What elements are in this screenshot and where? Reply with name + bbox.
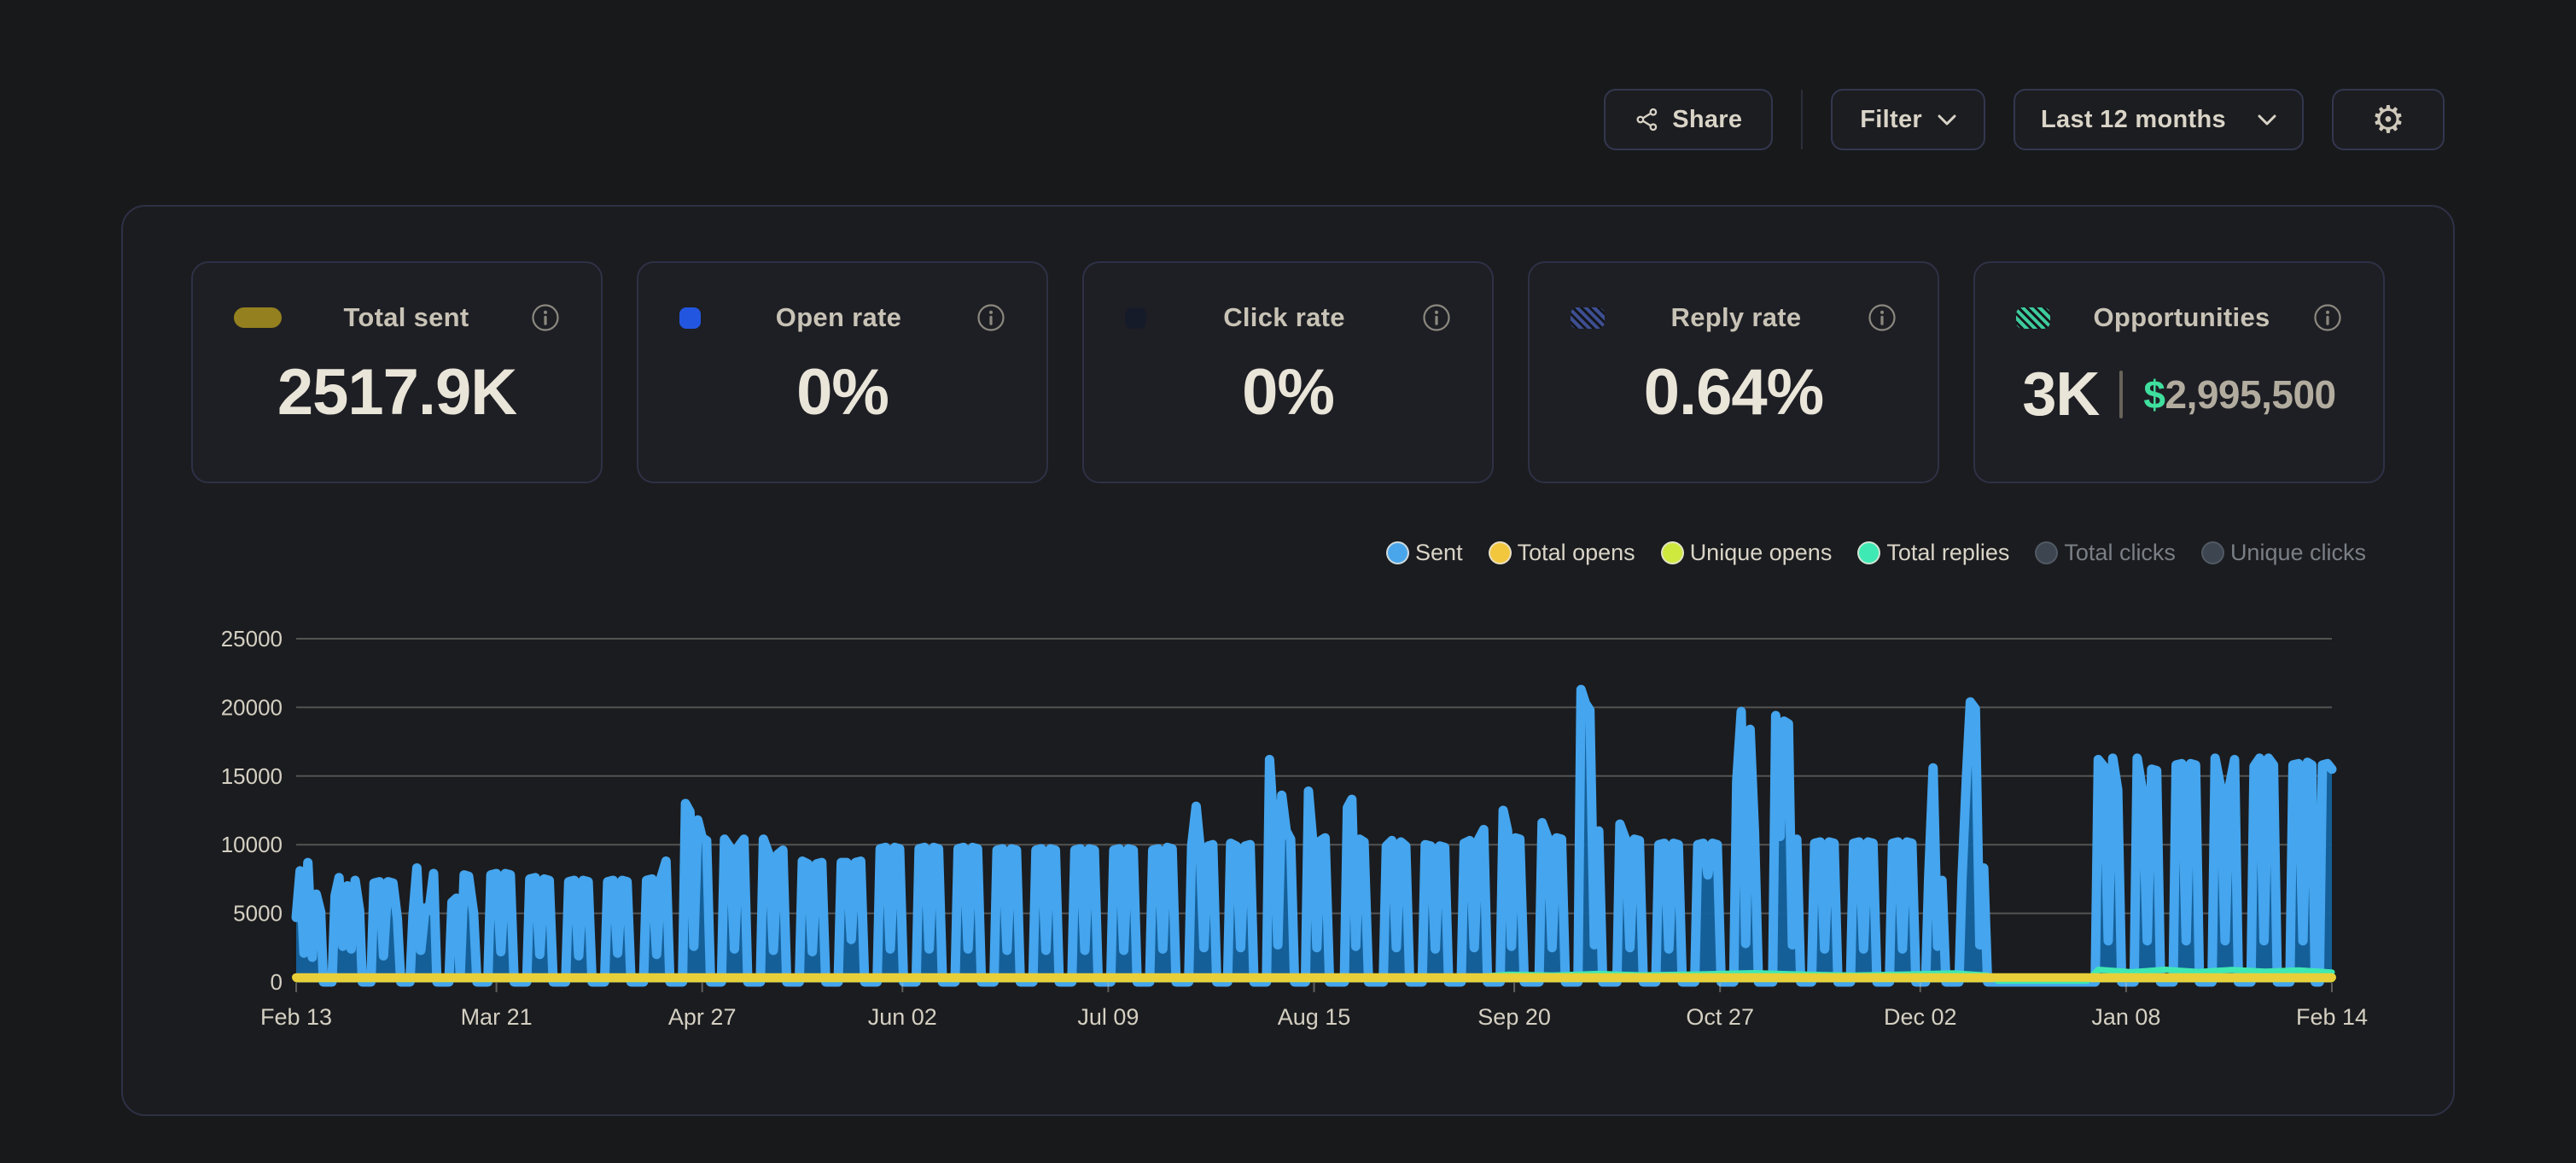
svg-text:Feb 14: Feb 14 (2296, 1004, 2368, 1030)
info-icon[interactable] (531, 303, 560, 332)
stat-card-title: Total sent (282, 302, 531, 333)
legend-item-total-opens[interactable]: Total opens (1489, 540, 1635, 566)
svg-text:Feb 13: Feb 13 (260, 1004, 332, 1030)
share-button-label: Share (1672, 106, 1742, 134)
stat-card-reply-rate[interactable]: Reply rate 0.64% (1528, 261, 1939, 483)
series-pill-click-rate (1125, 307, 1146, 329)
stat-card-value: 2517.9K (234, 360, 560, 425)
stat-card-title: Click rate (1146, 302, 1422, 333)
date-range-select[interactable]: Last 12 months (2014, 89, 2304, 150)
analytics-panel: Total sent 2517.9K Open rate 0% Click ra… (121, 205, 2455, 1116)
legend-dot (1489, 541, 1512, 564)
stat-card-opportunities[interactable]: Opportunities 3K $2,995,500 (1973, 261, 2385, 483)
gear-icon: ⚙ (2371, 98, 2405, 142)
legend-dot (1661, 541, 1684, 564)
svg-text:15000: 15000 (221, 763, 283, 789)
stat-card-title: Open rate (701, 302, 976, 333)
series-pill-open-rate (679, 307, 701, 329)
sent-activity-chart: 0 5000 10000 15000 20000 25000 Feb 13 Mar 21 Apr… (137, 613, 2407, 1091)
svg-text:Sep 20: Sep 20 (1477, 1004, 1551, 1030)
share-nodes-icon (1635, 107, 1660, 132)
stat-card-value: 0.64% (1571, 360, 1897, 425)
chevron-down-icon (1938, 114, 1956, 126)
stat-card-value: 0% (1125, 360, 1451, 425)
currency-symbol: $ (2143, 372, 2165, 417)
stat-card-total-sent[interactable]: Total sent 2517.9K (191, 261, 603, 483)
legend-label: Unique opens (1690, 540, 1833, 566)
chevron-down-icon (2258, 114, 2276, 126)
legend-label: Total clicks (2064, 540, 2176, 566)
stat-card-click-rate[interactable]: Click rate 0% (1082, 261, 1494, 483)
info-icon[interactable] (2313, 303, 2342, 332)
svg-text:Mar 21: Mar 21 (461, 1004, 533, 1030)
svg-text:5000: 5000 (233, 901, 283, 926)
series-pill-reply-rate (1571, 307, 1605, 329)
legend-label: Unique clicks (2230, 540, 2366, 566)
svg-text:20000: 20000 (221, 694, 283, 720)
area-chart-canvas: 0 5000 10000 15000 20000 25000 Feb 13 Mar 21 Apr… (137, 613, 2407, 1091)
filter-button-label: Filter (1860, 106, 1922, 134)
value-divider (2119, 371, 2123, 418)
series-pill-total-sent (234, 307, 282, 328)
stat-card-value: 0% (679, 360, 1005, 425)
info-icon[interactable] (976, 303, 1005, 332)
stat-card-title: Reply rate (1605, 302, 1868, 333)
legend-dot (2035, 541, 2058, 564)
legend-item-sent[interactable]: Sent (1386, 540, 1463, 566)
info-icon[interactable] (1868, 303, 1897, 332)
legend-label: Total replies (1886, 540, 2009, 566)
svg-text:0: 0 (271, 969, 283, 995)
svg-text:Apr 27: Apr 27 (668, 1004, 737, 1030)
svg-text:25000: 25000 (221, 626, 283, 652)
share-button[interactable]: Share (1604, 89, 1773, 150)
svg-text:Aug 15: Aug 15 (1278, 1004, 1351, 1030)
toolbar: Share Filter Last 12 months ⚙ (1604, 89, 2445, 150)
date-range-label: Last 12 months (2041, 106, 2226, 134)
svg-text:Jan 08: Jan 08 (2091, 1004, 2160, 1030)
svg-text:Dec 02: Dec 02 (1884, 1004, 1957, 1030)
filter-button[interactable]: Filter (1831, 89, 1985, 150)
chart-legend: Sent Total opens Unique opens Total repl… (1386, 540, 2366, 566)
stat-card-title: Opportunities (2050, 302, 2313, 333)
currency-value: 2,995,500 (2165, 372, 2335, 417)
info-icon[interactable] (1422, 303, 1451, 332)
legend-dot (2201, 541, 2224, 564)
series-pill-opportunities (2016, 307, 2050, 329)
legend-item-unique-clicks[interactable]: Unique clicks (2201, 540, 2366, 566)
legend-item-unique-opens[interactable]: Unique opens (1661, 540, 1833, 566)
svg-text:10000: 10000 (221, 832, 283, 857)
svg-text:Oct 27: Oct 27 (1686, 1004, 1754, 1030)
legend-dot (1386, 541, 1409, 564)
toolbar-divider (1801, 90, 1803, 149)
stat-card-open-rate[interactable]: Open rate 0% (637, 261, 1048, 483)
stat-cards-row: Total sent 2517.9K Open rate 0% Click ra… (191, 261, 2385, 483)
svg-text:Jul 09: Jul 09 (1077, 1004, 1139, 1030)
legend-label: Total opens (1518, 540, 1635, 566)
legend-item-total-replies[interactable]: Total replies (1857, 540, 2009, 566)
legend-label: Sent (1415, 540, 1463, 566)
settings-button[interactable]: ⚙ (2332, 89, 2445, 150)
legend-dot (1857, 541, 1880, 564)
opportunities-amount: $2,995,500 (2143, 375, 2335, 414)
legend-item-total-clicks[interactable]: Total clicks (2035, 540, 2176, 566)
svg-text:Jun 02: Jun 02 (868, 1004, 937, 1030)
opportunities-count: 3K (2022, 364, 2099, 425)
